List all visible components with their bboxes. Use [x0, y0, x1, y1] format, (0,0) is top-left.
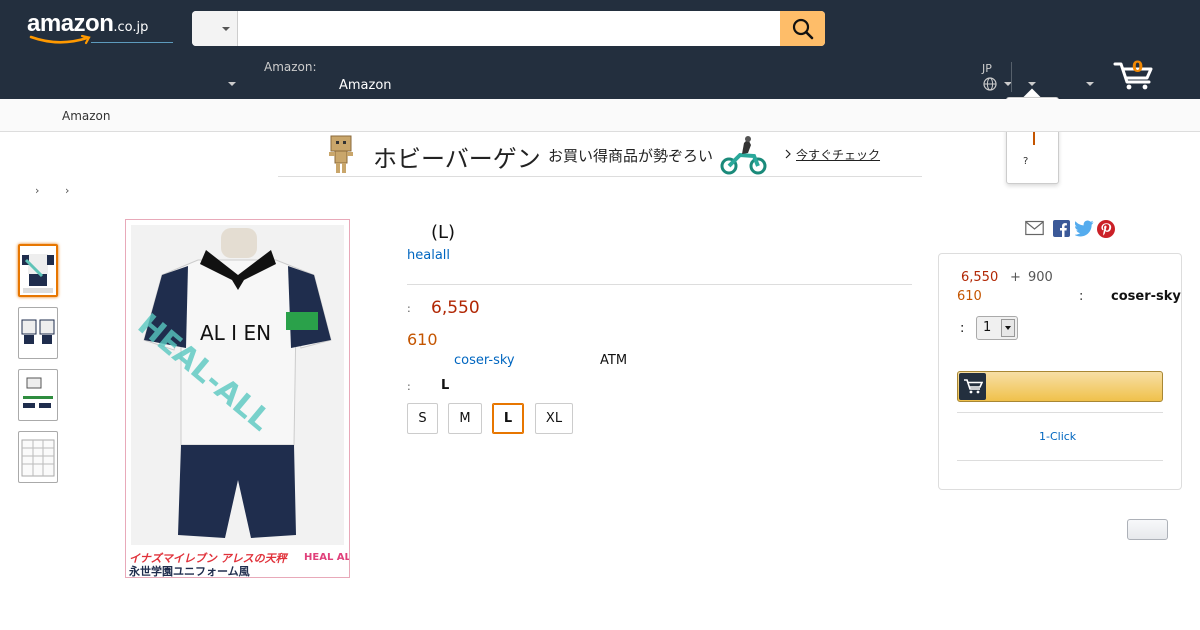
thumbnail-image: [21, 319, 55, 344]
size-button-xl[interactable]: XL: [535, 403, 573, 434]
nav-divider: [1011, 62, 1012, 92]
cart-icon: [959, 373, 986, 400]
size-label: :: [407, 380, 411, 393]
logo-text: amazon: [27, 10, 114, 37]
product-points: 610: [407, 330, 438, 349]
add-to-cart-button[interactable]: [957, 371, 1163, 402]
thumbnail-3[interactable]: [18, 369, 58, 421]
thumbnail-image: [22, 254, 54, 293]
size-button-m[interactable]: M: [448, 403, 482, 434]
breadcrumb-separator: ›: [35, 184, 40, 197]
thumbnail-image: [21, 439, 55, 477]
breadcrumb-separator: ›: [65, 184, 70, 197]
shirt-print: AL I EN: [200, 321, 271, 345]
selected-size: L: [441, 378, 450, 393]
chevron-down-icon: [1001, 319, 1015, 337]
facebook-share-icon[interactable]: [1053, 220, 1070, 237]
chevron-down-icon: [222, 27, 230, 31]
logo-tld: .co.jp: [113, 20, 149, 35]
chevron-right-icon: [785, 149, 791, 159]
promo-banner[interactable]: ホビーバーゲン お買い得商品が勢ぞろい 今すぐチェック: [278, 133, 922, 177]
payment-method: ATM: [600, 353, 628, 368]
nav-bar: amazon.co.jp Amazon: Amazon JP 0: [0, 0, 1200, 99]
thumbnail-4[interactable]: [18, 431, 58, 483]
globe-icon[interactable]: [983, 77, 997, 91]
buybox-shipping: 900: [1028, 270, 1053, 285]
sub-nav: Amazon: [0, 99, 1200, 132]
menu-dropdown-icon[interactable]: [228, 82, 236, 86]
brand-link[interactable]: healall: [407, 248, 450, 263]
image-caption-2: 永世学園ユニフォーム風: [128, 564, 250, 577]
cart-count[interactable]: 0: [1132, 57, 1143, 76]
image-logo: HEAL ALL: [304, 552, 349, 563]
amazon-logo[interactable]: amazon.co.jp: [27, 10, 173, 45]
divider: [407, 284, 912, 285]
buybox-price: 6,550: [961, 270, 999, 285]
image-caption-1: イナズマイレブン アレスの天秤: [129, 552, 289, 565]
search-icon: [792, 18, 813, 39]
motorbike-icon: [720, 136, 767, 175]
size-button-label: M: [459, 411, 471, 426]
twitter-share-icon[interactable]: [1075, 220, 1094, 237]
size-button-l[interactable]: L: [492, 403, 524, 434]
delivery-value[interactable]: Amazon: [339, 78, 392, 93]
logo-underline: [91, 42, 173, 43]
divider: [957, 460, 1163, 461]
account-dropdown-icon[interactable]: [1028, 82, 1036, 86]
product-price: 6,550: [431, 298, 480, 318]
subnav-item[interactable]: Amazon: [62, 109, 111, 123]
language-selector[interactable]: JP: [982, 62, 992, 75]
seller-link[interactable]: coser-sky: [454, 353, 515, 368]
main-product-image[interactable]: AL I EN HEAL-ALL イナズマイレブン アレスの天秤 永世学園ユニフ…: [125, 219, 358, 578]
pinterest-share-icon[interactable]: [1097, 220, 1115, 238]
quantity-value: 1: [983, 320, 992, 335]
search-input[interactable]: [239, 11, 780, 46]
email-share-icon[interactable]: [1025, 220, 1044, 236]
search-button[interactable]: [780, 11, 825, 46]
thumbnail-2[interactable]: [18, 307, 58, 359]
product-title: (L): [431, 222, 456, 243]
danbo-icon: [329, 135, 353, 173]
buybox-points: 610: [957, 289, 982, 304]
search-bar: [192, 11, 825, 46]
flyout-text[interactable]: ?: [1023, 156, 1028, 167]
one-click-link[interactable]: 1-Click: [1039, 430, 1076, 443]
product-photo: AL I EN HEAL-ALL イナズマイレブン アレスの天秤 永世学園ユニフ…: [126, 225, 358, 578]
search-category-dropdown[interactable]: [192, 11, 238, 46]
quantity-select[interactable]: 1: [976, 316, 1018, 340]
size-button-label: S: [418, 411, 427, 426]
secondary-button[interactable]: [1127, 519, 1168, 540]
size-button-label: L: [503, 411, 513, 426]
buybox-plus: +: [1010, 270, 1021, 285]
buybox-seller[interactable]: coser-sky: [1111, 289, 1181, 304]
price-label: :: [407, 302, 411, 315]
banner-title: ホビーバーゲン: [373, 145, 541, 173]
banner-cta-link[interactable]: 今すぐチェック: [796, 146, 880, 163]
banner-subtitle: お買い得商品が勢ぞろい: [548, 147, 714, 165]
thumbnail-image: [23, 377, 53, 408]
divider: [957, 412, 1163, 413]
thumbnail-1[interactable]: [18, 244, 58, 297]
buybox-seller-label: :: [1079, 289, 1084, 304]
size-button-label: XL: [545, 411, 563, 426]
smile-icon: [29, 34, 91, 45]
size-button-s[interactable]: S: [407, 403, 438, 434]
quantity-label: :: [960, 321, 965, 336]
delivery-label[interactable]: Amazon:: [264, 60, 317, 74]
orders-dropdown-icon[interactable]: [1086, 82, 1094, 86]
